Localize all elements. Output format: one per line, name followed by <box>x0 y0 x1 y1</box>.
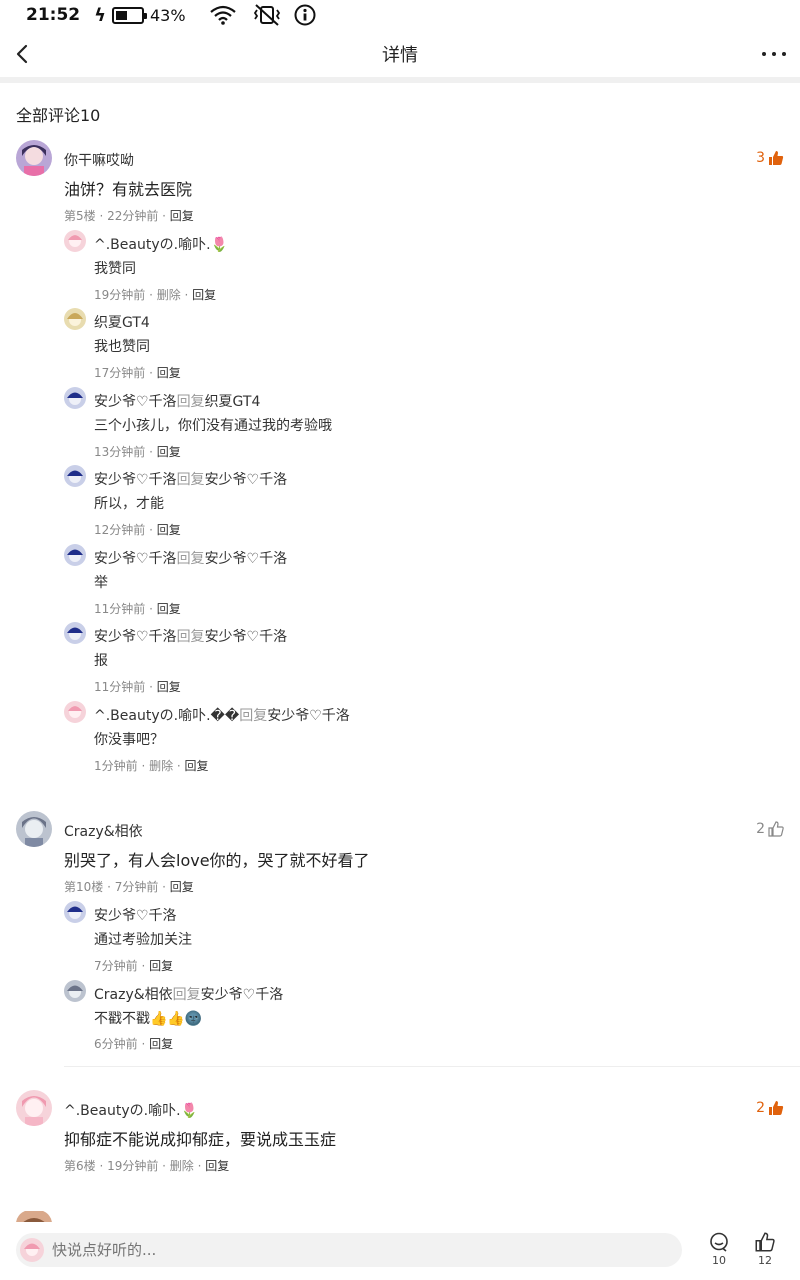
mute-vibrate-icon <box>252 4 282 26</box>
reply-text: 报 <box>94 653 108 669</box>
more-icon[interactable] <box>762 42 786 66</box>
thumb-up-icon <box>768 821 784 837</box>
like-button[interactable]: 2 <box>756 1100 784 1116</box>
status-time: 21:52 <box>26 5 81 25</box>
thumb-up-icon <box>769 151 784 165</box>
reply-meta: 1分钟前 · 删除 · 回复 <box>94 759 209 773</box>
reply-text: 你没事吧？ <box>94 732 164 748</box>
reply-username[interactable]: Crazy&相依回复安少爷♡千洛 <box>94 984 283 1004</box>
status-icons: ϟ 43% <box>94 4 316 26</box>
reply-username[interactable]: 安少爷♡千洛回复织夏GT4 <box>94 391 260 411</box>
avatar[interactable] <box>16 811 52 847</box>
thumb-up-icon <box>769 1101 784 1115</box>
reply-text: 我也赞同 <box>94 339 150 355</box>
reply-username[interactable]: 安少爷♡千洛 <box>94 905 177 925</box>
delete-link[interactable]: 删除 · <box>149 759 184 773</box>
reply-text: 不戳不戳👍👍🌚 <box>94 1011 203 1027</box>
comment-meta: 第6楼 · 19分钟前 · 删除 · 回复 <box>64 1159 230 1173</box>
comment-icon <box>710 1232 728 1252</box>
thumb-up-icon <box>755 1232 775 1252</box>
charging-icon: ϟ <box>94 4 106 26</box>
reply-meta: 11分钟前 · 回复 <box>94 680 181 694</box>
reply-text: 我赞同 <box>94 261 136 277</box>
avatar[interactable] <box>64 622 86 644</box>
reply-text: 通过考验加关注 <box>94 932 192 948</box>
my-avatar <box>20 1238 44 1262</box>
reply-meta: 6分钟前 · 回复 <box>94 1037 174 1051</box>
avatar[interactable] <box>16 1090 52 1126</box>
reply-username[interactable]: 安少爷♡千洛回复安少爷♡千洛 <box>94 548 287 568</box>
like-button[interactable]: 3 <box>756 150 784 166</box>
reply-text: 所以，才能 <box>94 496 164 512</box>
comment-text: 别哭了，有人会love你的，哭了就不好看了 <box>64 851 370 870</box>
reply-link[interactable]: 回复 <box>157 602 181 616</box>
reply-link[interactable]: 回复 <box>157 680 181 694</box>
reply-link[interactable]: 回复 <box>185 759 209 773</box>
reply-link[interactable]: 回复 <box>149 959 173 973</box>
comment-meta: 第10楼 · 7分钟前 · 回复 <box>64 880 194 894</box>
comment-username[interactable]: ^.Beautyの.喻卟.🌷 <box>64 1100 198 1120</box>
info-icon <box>294 4 316 26</box>
comment-meta: 第5楼 · 22分钟前 · 回复 <box>64 209 194 223</box>
battery-icon <box>112 6 147 24</box>
reply-link[interactable]: 回复 <box>170 880 194 894</box>
avatar[interactable] <box>64 308 86 330</box>
header-separator <box>0 77 800 83</box>
reply-meta: 17分钟前 · 回复 <box>94 366 181 380</box>
reply-meta: 13分钟前 · 回复 <box>94 445 181 459</box>
bottom-bar: 10 12 <box>0 1222 800 1280</box>
delete-link[interactable]: 删除 · <box>157 288 192 302</box>
comment-text: 抑郁症不能说成抑郁症，要说成玉玉症 <box>64 1130 337 1149</box>
avatar[interactable] <box>64 701 86 723</box>
delete-link[interactable]: 删除 · <box>170 1159 205 1173</box>
reply-username[interactable]: 织夏GT4 <box>94 312 150 332</box>
reply-username[interactable]: 安少爷♡千洛回复安少爷♡千洛 <box>94 626 287 646</box>
avatar[interactable] <box>64 901 86 923</box>
comment-divider <box>64 1066 800 1067</box>
comment-input[interactable] <box>52 1241 612 1259</box>
reply-link[interactable]: 回复 <box>205 1159 229 1173</box>
battery-percent: 43% <box>150 5 186 25</box>
avatar[interactable] <box>64 980 86 1002</box>
avatar[interactable] <box>64 230 86 252</box>
comment-text: 油饼？有就去医院 <box>64 180 193 199</box>
reply-text: 三个小孩儿，你们没有通过我的考验哦 <box>94 418 332 434</box>
like-post-button[interactable]: 12 <box>750 1232 780 1267</box>
reply-username[interactable]: ^.Beautyの.喻卟.🌷 <box>94 234 228 254</box>
like-count: 12 <box>758 1254 772 1267</box>
back-icon[interactable] <box>12 42 36 66</box>
reply-username[interactable]: ^.Beautyの.喻卟.��回复安少爷♡千洛 <box>94 705 350 725</box>
reply-link[interactable]: 回复 <box>157 523 181 537</box>
avatar[interactable] <box>64 387 86 409</box>
page-title: 详情 <box>382 45 418 66</box>
header: 详情 <box>0 30 800 78</box>
battery-indicator: ϟ 43% <box>94 5 185 26</box>
comment-input-box[interactable] <box>16 1233 682 1267</box>
comment-count: 10 <box>712 1254 726 1267</box>
reply-link[interactable]: 回复 <box>157 445 181 459</box>
like-button[interactable]: 2 <box>756 821 784 837</box>
avatar[interactable] <box>64 544 86 566</box>
like-count: 3 <box>756 150 765 166</box>
reply-meta: 11分钟前 · 回复 <box>94 602 181 616</box>
avatar[interactable] <box>64 465 86 487</box>
avatar[interactable] <box>16 140 52 176</box>
comment-username[interactable]: 你干嘛哎呦 <box>64 150 134 170</box>
reply-meta: 19分钟前 · 删除 · 回复 <box>94 288 217 302</box>
reply-link[interactable]: 回复 <box>149 1037 173 1051</box>
reply-link[interactable]: 回复 <box>157 366 181 380</box>
reply-meta: 12分钟前 · 回复 <box>94 523 181 537</box>
comments-button[interactable]: 10 <box>704 1232 734 1267</box>
reply-link[interactable]: 回复 <box>192 288 216 302</box>
like-count: 2 <box>756 821 765 837</box>
reply-username[interactable]: 安少爷♡千洛回复安少爷♡千洛 <box>94 469 287 489</box>
reply-link[interactable]: 回复 <box>170 209 194 223</box>
wifi-icon <box>209 5 236 25</box>
like-count: 2 <box>756 1100 765 1116</box>
status-bar: 21:52 ϟ 43% <box>0 0 800 30</box>
section-title: 全部评论10 <box>16 106 101 125</box>
reply-meta: 7分钟前 · 回复 <box>94 959 174 973</box>
reply-text: 举 <box>94 575 108 591</box>
comment-username[interactable]: Crazy&相依 <box>64 821 143 841</box>
